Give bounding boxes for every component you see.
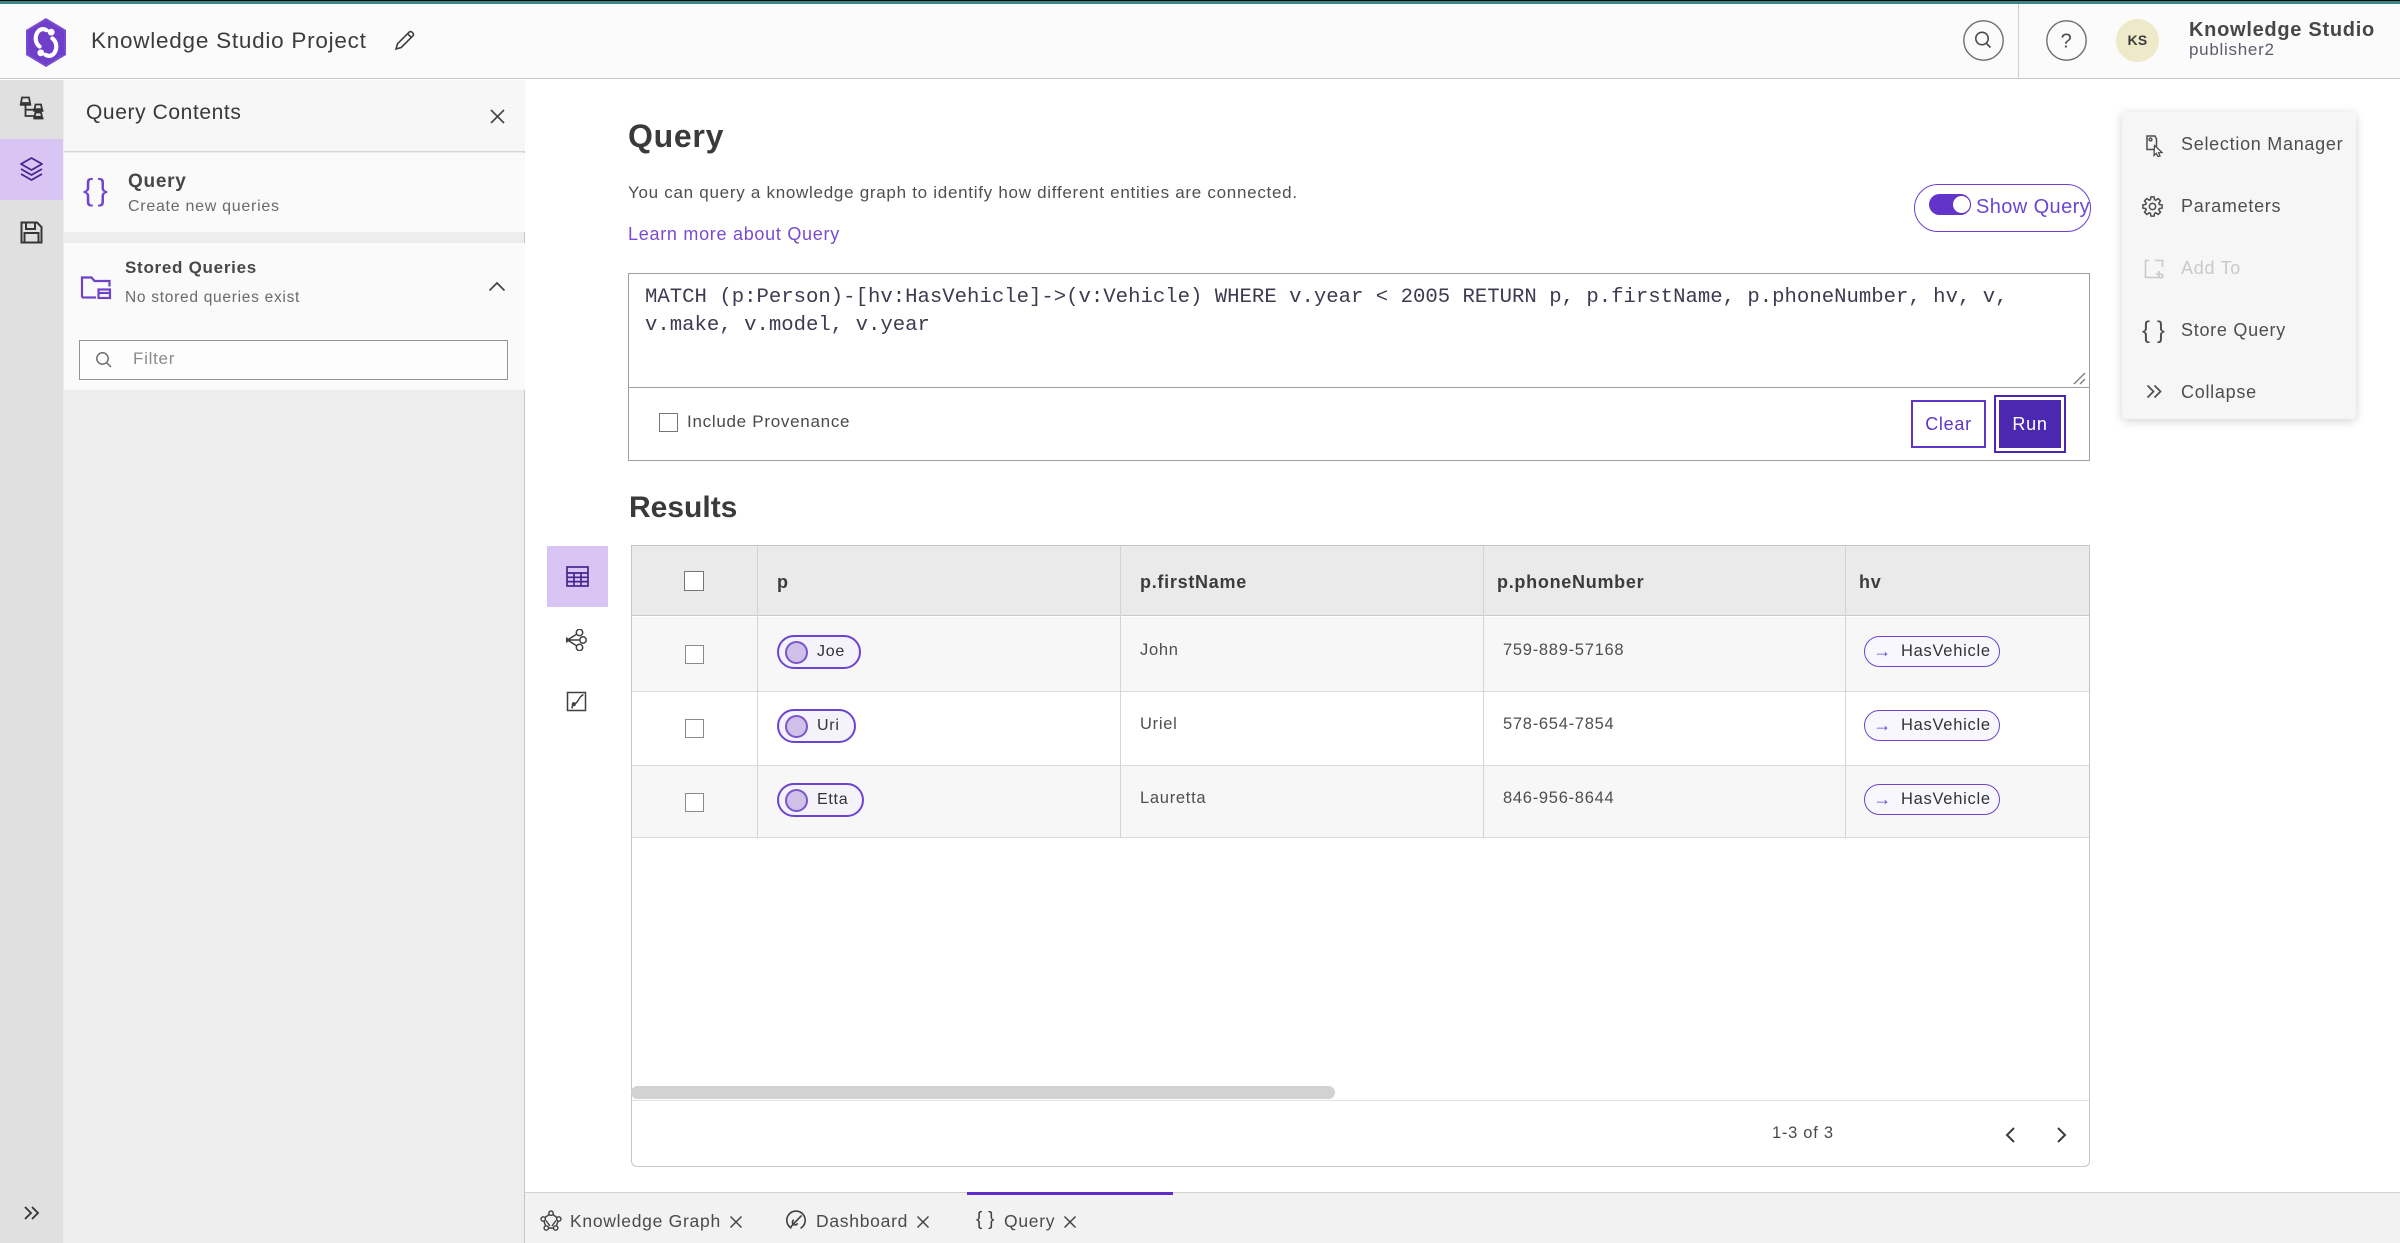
svg-text:?: ?: [2061, 31, 2073, 53]
